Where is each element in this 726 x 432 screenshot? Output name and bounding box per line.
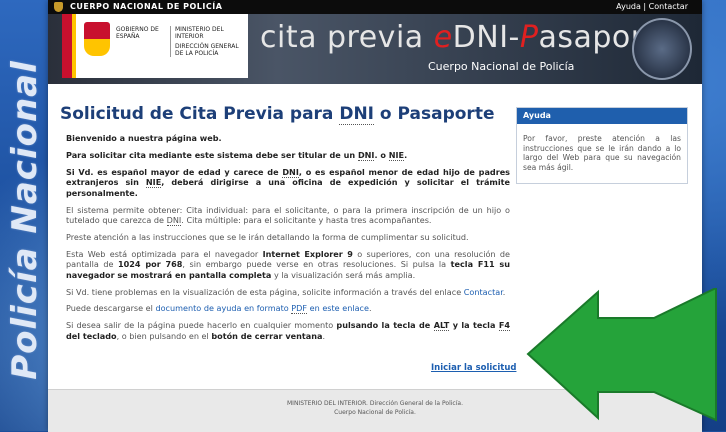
requirement-text: Para solicitar cita mediante este sistem… [66,149,408,161]
browser-text: Esta Web está optimizada para el navegad… [66,248,510,280]
police-shield-icon [54,2,63,12]
exception-text: Si Vd. es español mayor de edad y carece… [66,166,510,198]
help-pdf-link[interactable]: documento de ayuda en formato PDF en est… [155,303,369,315]
attention-text: Preste atención a las instrucciones que … [66,231,469,242]
top-bar: CUERPO NACIONAL DE POLICÍA Ayuda | Conta… [48,0,702,14]
contact-body-link[interactable]: Contactar [464,287,503,297]
banner-subtitle: Cuerpo Nacional de Policía [428,60,575,73]
main-content: Bienvenido a nuestra página web. Para so… [66,133,510,348]
gov-label: GOBIERNO DE ESPAÑA [116,26,159,40]
coat-of-arms-icon [84,22,110,56]
government-logo: GOBIERNO DE ESPAÑA MINISTERIO DEL INTERI… [62,14,248,78]
top-links: Ayuda | Contactar [616,0,688,14]
start-request-link[interactable]: Iniciar la solicitud [431,363,516,373]
brand-name: CUERPO NACIONAL DE POLICÍA [70,2,223,11]
banner-title: cita previa eDNI-Pasaporte [260,20,675,55]
green-arrow-icon [526,288,717,422]
help-box-body: Por favor, preste atención a las instruc… [523,134,681,172]
police-badge-icon [632,18,692,80]
arrow-shape [526,288,717,422]
download-text: Puede descargarse el documento de ayuda … [66,303,372,315]
help-box: Ayuda Por favor, preste atención a las i… [516,107,688,184]
welcome-text: Bienvenido a nuestra página web. [66,133,222,143]
ministry-label: MINISTERIO DEL INTERIOR DIRECCIÓN GENERA… [170,26,247,57]
exit-text: Si desea salir de la página puede hacerl… [66,320,510,341]
side-watermark-text: Policía Nacional [5,60,46,380]
page-title: Solicitud de Cita Previa para DNI o Pasa… [60,104,495,125]
side-watermark: Policía Nacional [2,30,48,410]
top-links-separator: | [643,2,647,11]
contact-text: Si Vd. tiene problemas en la visualizaci… [66,286,506,297]
contact-link[interactable]: Contactar [649,2,688,11]
help-link[interactable]: Ayuda [616,2,641,11]
header-banner: GOBIERNO DE ESPAÑA MINISTERIO DEL INTERI… [48,14,702,84]
help-box-heading: Ayuda [517,108,687,124]
options-text: El sistema permite obtener: Cita individ… [66,204,510,227]
